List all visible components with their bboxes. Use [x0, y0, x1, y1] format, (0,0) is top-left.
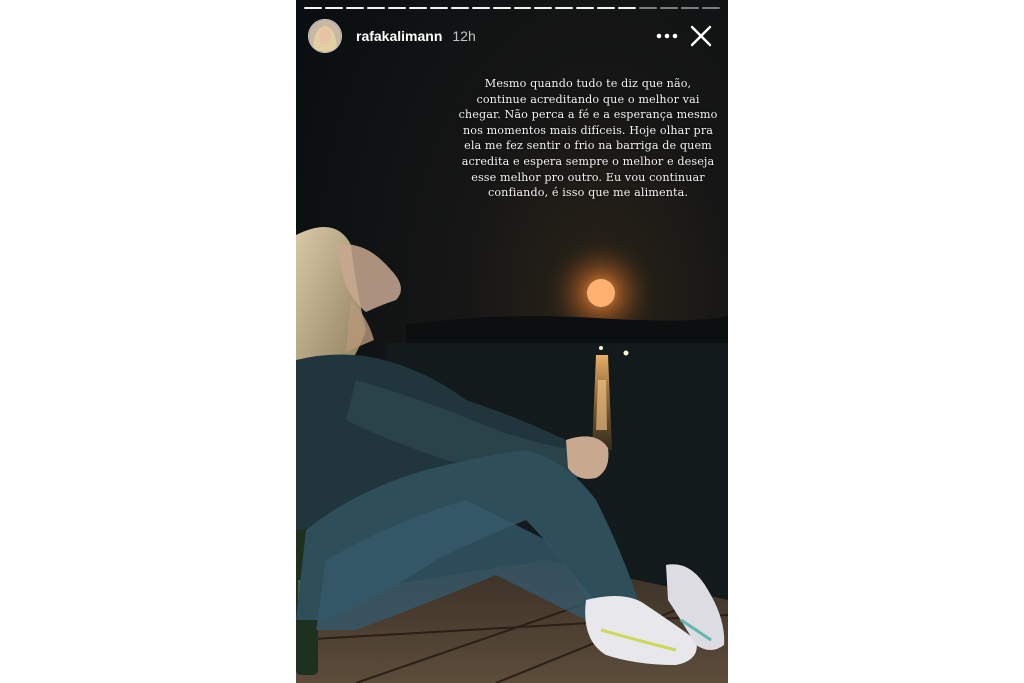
progress-segment	[618, 7, 637, 9]
caption-line: confiando, é isso que me alimenta.	[487, 186, 689, 200]
progress-segment	[702, 7, 721, 9]
progress-segment	[450, 7, 469, 9]
caption-line: Mesmo quando tudo te diz que não,	[484, 77, 692, 90]
story-caption: Mesmo quando tudo te diz que não, contin…	[456, 76, 720, 201]
caption-line: esse melhor pro outro. Eu vou continuar	[471, 170, 705, 184]
story-progress-bar	[304, 7, 721, 10]
more-options-button[interactable]	[650, 21, 684, 51]
progress-segment	[660, 7, 679, 9]
progress-segment	[576, 7, 595, 9]
progress-segment	[492, 7, 511, 9]
progress-segment	[639, 7, 658, 9]
caption-line: nos momentos mais difíceis. Hoje olhar p…	[462, 123, 714, 137]
more-horizontal-icon	[656, 33, 678, 39]
caption-line: acredita e espera sempre o melhor e dese…	[461, 154, 715, 168]
avatar[interactable]	[308, 19, 342, 53]
progress-segment	[387, 7, 406, 9]
progress-segment	[366, 7, 385, 9]
progress-segment	[555, 7, 574, 9]
caption-line: continue acreditando que o melhor vai	[476, 92, 700, 106]
story-viewer[interactable]: rafakalimann 12h Mesmo quando tudo te di…	[296, 0, 728, 683]
post-time: 12h	[452, 28, 476, 44]
close-button[interactable]	[684, 19, 718, 53]
progress-segment	[324, 7, 343, 9]
avatar-image	[309, 20, 341, 52]
caption-line: chegar. Não perca a fé e a esperança mes…	[458, 108, 718, 122]
progress-segment	[304, 7, 322, 9]
close-icon	[690, 25, 712, 47]
progress-segment	[408, 7, 427, 9]
progress-segment	[345, 7, 364, 9]
caption-line: ela me fez sentir o frio na barriga de q…	[464, 139, 712, 153]
progress-segment	[534, 7, 553, 9]
progress-segment	[429, 7, 448, 9]
username[interactable]: rafakalimann	[356, 28, 442, 44]
progress-segment	[513, 7, 532, 9]
story-header: rafakalimann 12h	[308, 18, 718, 54]
progress-segment	[681, 7, 700, 9]
progress-segment	[597, 7, 616, 9]
progress-segment	[471, 7, 490, 9]
